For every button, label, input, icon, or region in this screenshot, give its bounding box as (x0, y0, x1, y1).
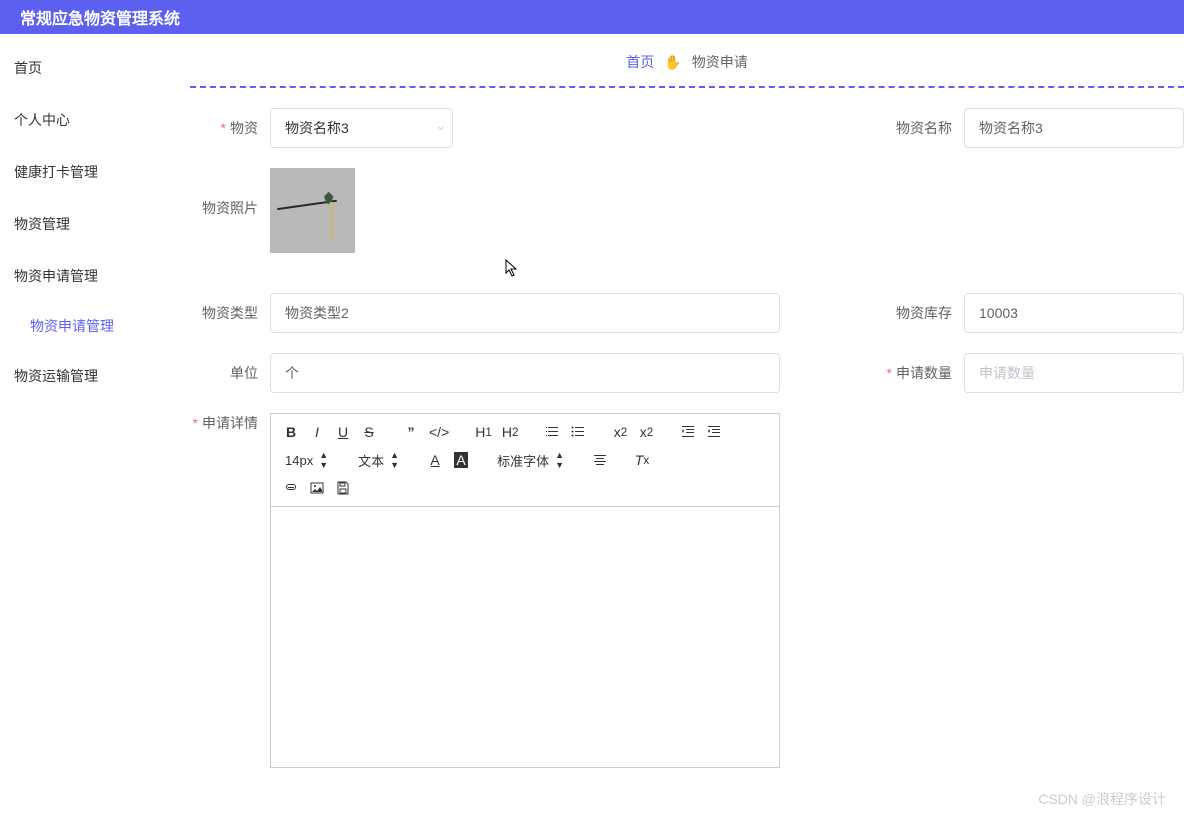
clear-format-icon[interactable]: Tx (630, 448, 654, 472)
underline-icon[interactable]: U (331, 420, 355, 444)
stock-input[interactable] (964, 293, 1184, 333)
qty-input[interactable] (964, 353, 1184, 393)
caret-icon: ▲▼ (390, 450, 399, 470)
app-title: 常规应急物资管理系统 (20, 5, 180, 29)
editor-body[interactable] (271, 507, 779, 767)
subscript-icon[interactable]: x2 (608, 420, 632, 444)
quote-icon[interactable]: ” (399, 420, 423, 444)
h1-icon[interactable]: H1 (471, 420, 496, 444)
unordered-list-icon[interactable] (566, 420, 590, 444)
save-icon[interactable] (331, 476, 355, 500)
sidebar-item-apply-parent[interactable]: 物资申请管理 (0, 250, 170, 302)
outdent-icon[interactable] (676, 420, 700, 444)
app-header: 常规应急物资管理系统 (0, 0, 1184, 34)
image-icon[interactable] (305, 476, 329, 500)
sidebar-item-materials[interactable]: 物资管理 (0, 198, 170, 250)
sidebar-item-health[interactable]: 健康打卡管理 (0, 146, 170, 198)
main-content: 首页 ✋ 物资申请 物资 物资名称3 ‹ 物资名称 物资照片 (170, 34, 1184, 821)
align-icon[interactable] (588, 448, 612, 472)
wuzi-select-value: 物资名称3 (285, 118, 349, 138)
indent-icon[interactable] (702, 420, 726, 444)
font-color-icon[interactable]: A (423, 448, 447, 472)
h2-icon[interactable]: H2 (498, 420, 523, 444)
code-icon[interactable]: </> (425, 420, 453, 444)
sidebar-item-personal[interactable]: 个人中心 (0, 94, 170, 146)
cursor-icon (505, 259, 521, 279)
type-label: 物资类型 (190, 303, 270, 323)
sidebar-item-home[interactable]: 首页 (0, 42, 170, 94)
photo-label: 物资照片 (190, 168, 270, 218)
chevron-down-icon: ‹ (433, 126, 447, 130)
caret-icon: ▲▼ (555, 450, 564, 470)
sidebar-item-transport[interactable]: 物资运输管理 (0, 350, 170, 402)
bg-color-icon[interactable]: A (449, 448, 473, 472)
bold-icon[interactable]: B (279, 420, 303, 444)
superscript-icon[interactable]: x2 (634, 420, 658, 444)
unit-input[interactable] (270, 353, 780, 393)
stock-label: 物资库存 (884, 303, 964, 323)
strike-icon[interactable]: S (357, 420, 381, 444)
ordered-list-icon[interactable] (540, 420, 564, 444)
font-style-select[interactable]: 文本 ▲▼ (352, 448, 405, 472)
qty-label: 申请数量 (884, 363, 964, 383)
wuzi-name-label: 物资名称 (884, 118, 964, 138)
wuzi-label: 物资 (190, 118, 270, 138)
breadcrumb: 首页 ✋ 物资申请 (190, 34, 1184, 88)
link-icon[interactable] (279, 476, 303, 500)
breadcrumb-home[interactable]: 首页 (626, 52, 654, 72)
italic-icon[interactable]: I (305, 420, 329, 444)
breadcrumb-icon: ✋ (664, 54, 681, 71)
detail-label: 申请详情 (190, 413, 270, 433)
type-input[interactable] (270, 293, 780, 333)
material-photo[interactable] (270, 168, 355, 253)
breadcrumb-current: 物资申请 (692, 52, 748, 72)
wuzi-name-input[interactable] (964, 108, 1184, 148)
editor-toolbar: B I U S ” </> H1 H2 (271, 414, 779, 507)
font-size-select[interactable]: 14px ▲▼ (279, 448, 334, 472)
caret-icon: ▲▼ (319, 450, 328, 470)
unit-label: 单位 (190, 363, 270, 383)
sidebar: 首页 个人中心 健康打卡管理 物资管理 物资申请管理 物资申请管理 物资运输管理 (0, 34, 170, 821)
rich-text-editor: B I U S ” </> H1 H2 (270, 413, 780, 768)
sidebar-item-apply-child[interactable]: 物资申请管理 (0, 302, 170, 350)
font-family-select[interactable]: 标准字体 ▲▼ (491, 448, 570, 472)
wuzi-select[interactable]: 物资名称3 ‹ (270, 108, 453, 148)
